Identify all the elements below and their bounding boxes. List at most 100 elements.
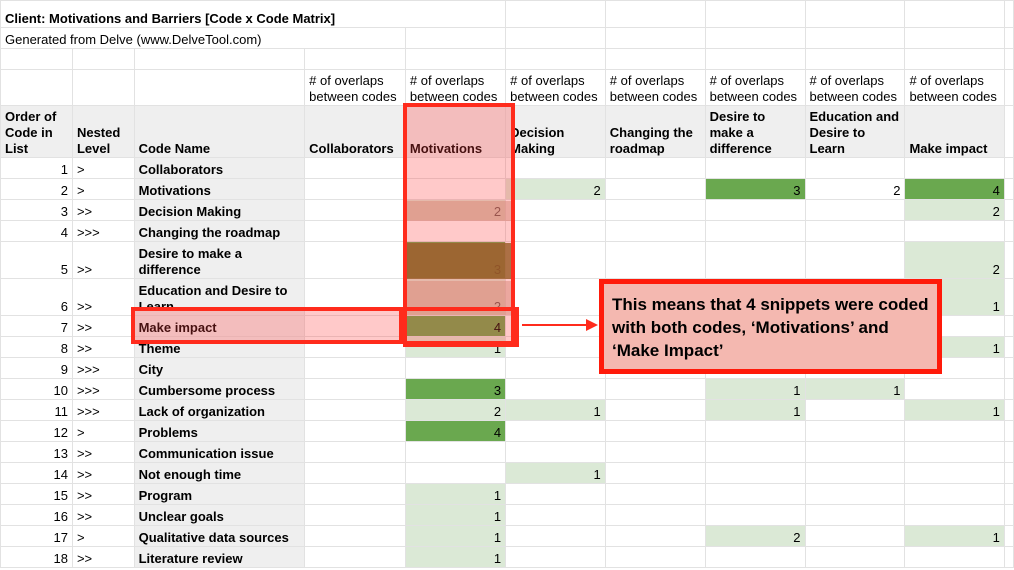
matrix-cell[interactable] — [804, 241, 906, 279]
order-cell[interactable]: 12 — [0, 420, 73, 442]
matrix-cell[interactable] — [604, 241, 706, 279]
nested-level-cell[interactable]: >>> — [71, 357, 135, 379]
code-name-cell[interactable]: Not enough time — [133, 462, 306, 484]
nested-level-cell[interactable]: >> — [71, 336, 135, 358]
matrix-cell[interactable] — [704, 199, 806, 221]
empty-cell[interactable] — [1003, 357, 1014, 379]
code-name-cell[interactable]: Unclear goals — [133, 504, 306, 526]
matrix-cell[interactable] — [804, 157, 906, 179]
code-name-cell[interactable]: Desire to make a difference — [133, 241, 306, 279]
matrix-cell[interactable] — [604, 441, 706, 463]
nested-level-cell[interactable]: >>> — [71, 220, 135, 242]
header-order[interactable]: Order of Code in List — [0, 105, 73, 158]
matrix-cell[interactable] — [304, 525, 406, 547]
matrix-cell[interactable] — [804, 441, 906, 463]
header-code-name[interactable]: Code Name — [133, 105, 306, 158]
order-cell[interactable]: 14 — [0, 462, 73, 484]
matrix-cell[interactable]: 3 — [404, 241, 507, 279]
matrix-cell[interactable] — [304, 504, 406, 526]
matrix-cell[interactable] — [505, 420, 606, 442]
sheet-subtitle[interactable]: Generated from Delve (www.DelveTool.com) — [0, 27, 406, 49]
matrix-cell[interactable] — [505, 525, 606, 547]
overlap-label[interactable]: # of overlaps between codes — [404, 69, 507, 106]
matrix-cell[interactable] — [505, 336, 606, 358]
nested-level-cell[interactable]: >> — [71, 199, 135, 221]
order-cell[interactable]: 5 — [0, 241, 73, 279]
empty-cell[interactable] — [133, 69, 306, 106]
matrix-cell[interactable] — [304, 546, 406, 568]
empty-cell[interactable] — [1003, 399, 1014, 421]
matrix-cell[interactable] — [505, 157, 606, 179]
order-cell[interactable]: 9 — [0, 357, 73, 379]
matrix-cell[interactable] — [904, 420, 1005, 442]
matrix-cell[interactable] — [304, 441, 406, 463]
empty-cell[interactable] — [904, 48, 1005, 70]
order-cell[interactable]: 2 — [0, 178, 73, 200]
nested-level-cell[interactable]: >> — [71, 241, 135, 279]
matrix-cell[interactable] — [904, 546, 1005, 568]
matrix-cell[interactable]: 4 — [404, 420, 507, 442]
matrix-cell[interactable]: 4 — [904, 178, 1005, 200]
matrix-cell[interactable]: 2 — [404, 399, 507, 421]
matrix-cell[interactable] — [604, 525, 706, 547]
empty-cell[interactable] — [804, 48, 906, 70]
empty-cell[interactable] — [404, 48, 507, 70]
matrix-cell[interactable] — [505, 220, 606, 242]
matrix-cell[interactable] — [304, 315, 406, 337]
matrix-cell[interactable] — [904, 220, 1005, 242]
empty-cell[interactable] — [0, 48, 73, 70]
code-name-cell[interactable]: Collaborators — [133, 157, 306, 179]
matrix-cell[interactable]: 2 — [404, 278, 507, 316]
nested-level-cell[interactable]: >> — [71, 441, 135, 463]
matrix-cell[interactable]: 2 — [505, 178, 606, 200]
matrix-cell[interactable] — [904, 483, 1005, 505]
matrix-cell[interactable] — [604, 157, 706, 179]
empty-cell[interactable] — [304, 48, 406, 70]
nested-level-cell[interactable]: >> — [71, 504, 135, 526]
matrix-cell[interactable] — [304, 378, 406, 400]
empty-cell[interactable] — [0, 69, 73, 106]
code-name-cell[interactable]: City — [133, 357, 306, 379]
matrix-cell[interactable]: 1 — [505, 399, 606, 421]
matrix-cell[interactable]: 1 — [704, 399, 806, 421]
matrix-cell[interactable] — [404, 178, 507, 200]
matrix-cell[interactable] — [704, 157, 806, 179]
empty-cell[interactable] — [704, 0, 806, 28]
matrix-cell[interactable]: 1 — [505, 462, 606, 484]
empty-cell[interactable] — [1003, 462, 1014, 484]
matrix-cell[interactable] — [304, 357, 406, 379]
nested-level-cell[interactable]: >> — [71, 278, 135, 316]
nested-level-cell[interactable]: > — [71, 157, 135, 179]
matrix-cell[interactable] — [404, 357, 507, 379]
matrix-cell[interactable] — [804, 504, 906, 526]
matrix-cell[interactable] — [505, 378, 606, 400]
overlap-label[interactable]: # of overlaps between codes — [904, 69, 1005, 106]
matrix-cell[interactable]: 1 — [404, 504, 507, 526]
code-name-cell[interactable]: Literature review — [133, 546, 306, 568]
header-nested-level[interactable]: Nested Level — [71, 105, 135, 158]
matrix-cell[interactable] — [604, 220, 706, 242]
empty-cell[interactable] — [71, 69, 135, 106]
matrix-cell[interactable] — [904, 441, 1005, 463]
matrix-cell[interactable] — [505, 241, 606, 279]
empty-cell[interactable] — [505, 48, 606, 70]
empty-cell[interactable] — [1003, 199, 1014, 221]
nested-level-cell[interactable]: > — [71, 178, 135, 200]
nested-level-cell[interactable]: >> — [71, 546, 135, 568]
nested-level-cell[interactable]: >>> — [71, 399, 135, 421]
empty-cell[interactable] — [1003, 420, 1014, 442]
column-header[interactable]: Desire to make a difference — [704, 105, 806, 158]
empty-cell[interactable] — [1003, 525, 1014, 547]
matrix-cell[interactable]: 2 — [404, 199, 507, 221]
matrix-cell[interactable]: 1 — [404, 483, 507, 505]
empty-cell[interactable] — [1003, 504, 1014, 526]
matrix-cell[interactable] — [804, 525, 906, 547]
nested-level-cell[interactable]: > — [71, 420, 135, 442]
order-cell[interactable]: 3 — [0, 199, 73, 221]
nested-level-cell[interactable]: >> — [71, 315, 135, 337]
empty-cell[interactable] — [1003, 241, 1014, 279]
empty-cell[interactable] — [1003, 48, 1014, 70]
nested-level-cell[interactable]: > — [71, 525, 135, 547]
empty-cell[interactable] — [1003, 69, 1014, 106]
matrix-cell[interactable]: 2 — [904, 199, 1005, 221]
